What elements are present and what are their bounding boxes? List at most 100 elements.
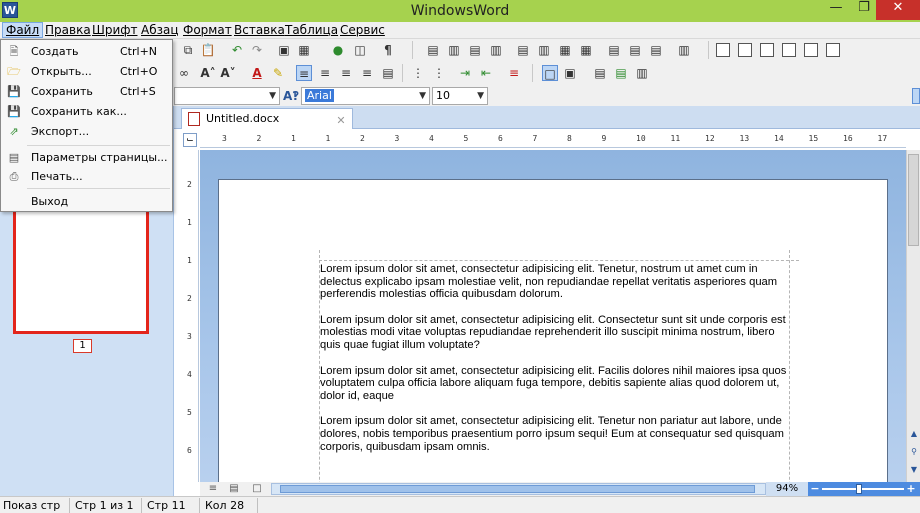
font-size-select[interactable]: 10 ▼ <box>432 87 488 105</box>
menu-edit[interactable]: Правка <box>45 23 91 37</box>
paragraph[interactable]: Lorem ipsum dolor sit amet, consectetur … <box>320 365 790 403</box>
vertical-scrollbar[interactable]: ▲ ⚲ ▼ <box>906 150 920 482</box>
close-icon[interactable]: ✕ <box>876 0 920 20</box>
menu-item-export[interactable]: ⇗ Экспорт... <box>2 122 172 142</box>
document-page[interactable]: Lorem ipsum dolor sit amet, consectetur … <box>218 179 888 510</box>
menu-item-save-as[interactable]: 💾 Сохранить как... <box>2 102 172 122</box>
redo-icon[interactable]: ↷ <box>249 42 265 58</box>
outline-view-icon[interactable]: ▤ <box>227 483 241 495</box>
align-center-icon[interactable]: ≡ <box>317 65 333 81</box>
restore-icon[interactable]: ❐ <box>850 0 878 20</box>
zoom-in-icon[interactable]: + <box>904 482 918 496</box>
menu-font[interactable]: Шрифт <box>92 23 138 37</box>
table-align-right-icon[interactable]: ▤ <box>648 42 664 58</box>
insert-object-icon[interactable]: ◫ <box>352 42 368 58</box>
scrollbar-thumb[interactable] <box>908 154 919 246</box>
border-top-icon[interactable] <box>804 43 818 57</box>
menu-item-new[interactable]: 🗎 Создать Ctrl+N <box>2 42 172 62</box>
insert-table-icon[interactable]: ▦ <box>296 42 312 58</box>
horizontal-scrollbar[interactable] <box>271 483 766 495</box>
menu-insert[interactable]: Вставка <box>234 23 285 37</box>
menu-format[interactable]: Формат <box>183 23 232 37</box>
page-break-icon[interactable]: ▥ <box>634 65 650 81</box>
numbered-list-icon[interactable]: ⋮ <box>431 65 447 81</box>
normal-view-icon[interactable]: ≡ <box>206 483 220 495</box>
menu-item-exit[interactable]: Выход <box>2 192 172 212</box>
ruler-tick-label: 5 <box>187 408 192 417</box>
toolbar-overflow-icon[interactable] <box>912 88 920 104</box>
browse-object-icon[interactable]: ⚲ <box>908 446 920 459</box>
line-spacing-icon[interactable]: ≡ <box>506 65 522 81</box>
table-split-icon[interactable]: ▦ <box>578 42 594 58</box>
web-layout-view-icon[interactable]: ▣ <box>562 65 578 81</box>
ruler-tick-label: 13 <box>739 134 750 143</box>
border-outer-icon[interactable] <box>738 43 752 57</box>
table-insert-row-icon[interactable]: ▤ <box>425 42 441 58</box>
export-icon: ⇗ <box>9 125 19 138</box>
grow-font-icon[interactable]: A˄ <box>200 65 216 81</box>
print-view-icon[interactable]: □ <box>250 483 264 495</box>
menu-file[interactable]: Файл <box>2 22 44 38</box>
paste-icon[interactable]: 📋 <box>200 42 216 58</box>
shrink-font-icon[interactable]: A˅ <box>220 65 236 81</box>
zoom-knob[interactable] <box>856 484 862 494</box>
table-insert-column-right-icon[interactable]: ▥ <box>488 42 504 58</box>
menu-item-open[interactable]: 🗁 Открыть... Ctrl+O <box>2 62 172 82</box>
insert-link-icon[interactable]: ● <box>330 42 346 58</box>
table-delete-row-icon[interactable]: ▤ <box>515 42 531 58</box>
highlight-icon[interactable]: ✎ <box>270 65 286 81</box>
bullet-list-icon[interactable]: ⋮ <box>410 65 426 81</box>
align-right-icon[interactable]: ≡ <box>338 65 354 81</box>
menu-tools[interactable]: Сервис <box>340 23 385 37</box>
border-bottom-icon[interactable] <box>826 43 840 57</box>
border-none-icon[interactable] <box>716 43 730 57</box>
table-delete-column-icon[interactable]: ▥ <box>536 42 552 58</box>
show-marks-icon[interactable]: ¶ <box>380 42 396 58</box>
font-color-icon[interactable]: A <box>249 65 265 81</box>
menu-item-page-setup[interactable]: ▤ Параметры страницы... <box>2 148 172 168</box>
align-justify-icon[interactable]: ≡ <box>359 65 375 81</box>
copy-icon[interactable]: ⧉ <box>180 42 196 58</box>
zoom-out-icon[interactable]: − <box>808 482 822 496</box>
table-insert-row-below-icon[interactable]: ▤ <box>467 42 483 58</box>
paragraph[interactable]: Lorem ipsum dolor sit amet, consectetur … <box>320 263 790 301</box>
table-props-icon[interactable]: ▥ <box>676 42 692 58</box>
table-merge-icon[interactable]: ▦ <box>557 42 573 58</box>
strikethrough-icon[interactable]: ∞ <box>176 65 192 81</box>
table-align-left-icon[interactable]: ▤ <box>606 42 622 58</box>
zoom-track[interactable] <box>822 488 904 490</box>
undo-icon[interactable]: ↶ <box>229 42 245 58</box>
menu-table[interactable]: Таблица <box>285 23 338 37</box>
table-insert-column-icon[interactable]: ▥ <box>446 42 462 58</box>
document-body[interactable]: Lorem ipsum dolor sit amet, consectetur … <box>320 263 790 466</box>
tab-stop-selector-icon[interactable]: ⌙ <box>183 133 197 147</box>
scroll-up-icon[interactable]: ▲ <box>908 428 920 441</box>
menu-item-print[interactable]: ⎙ Печать... <box>2 167 172 187</box>
page-layout-view-icon[interactable]: □ <box>542 65 558 81</box>
menu-paragraph[interactable]: Абзац <box>141 23 179 37</box>
header-icon[interactable]: ▤ <box>592 65 608 81</box>
table-align-center-icon[interactable]: ▤ <box>627 42 643 58</box>
zoom-slider[interactable]: − + <box>808 482 920 496</box>
tab-close-icon[interactable]: ✕ <box>334 111 348 130</box>
insert-image-icon[interactable]: ▣ <box>276 42 292 58</box>
minimize-icon[interactable]: — <box>822 0 850 20</box>
horizontal-ruler[interactable]: 3 2 1 1 2 3 4 5 6 7 8 9 10 11 12 13 14 15 16 17 <box>200 130 906 148</box>
tab-untitled[interactable]: Untitled.docx ✕ <box>181 108 353 129</box>
footer-icon[interactable]: ▤ <box>613 65 629 81</box>
menu-item-save[interactable]: 💾 Сохранить Ctrl+S <box>2 82 172 102</box>
scrollbar-thumb[interactable] <box>280 485 755 493</box>
border-inner-icon[interactable] <box>760 43 774 57</box>
font-name-select[interactable]: Arial ▼ <box>301 87 430 105</box>
indent-increase-icon[interactable]: ⇥ <box>457 65 473 81</box>
paragraph[interactable]: Lorem ipsum dolor sit amet, consectetur … <box>320 415 790 453</box>
scroll-down-icon[interactable]: ▼ <box>908 464 920 477</box>
vertical-ruler[interactable]: 2 1 1 2 3 4 5 6 <box>183 150 199 482</box>
align-left-icon[interactable]: ≡ <box>296 65 312 81</box>
paragraph[interactable]: Lorem ipsum dolor sit amet, consectetur … <box>320 314 790 352</box>
indent-decrease-icon[interactable]: ⇤ <box>478 65 494 81</box>
style-select[interactable]: ▼ <box>174 87 280 105</box>
page-thumbnail[interactable] <box>13 207 149 334</box>
border-all-icon[interactable] <box>782 43 796 57</box>
align-distributed-icon[interactable]: ▤ <box>380 65 396 81</box>
